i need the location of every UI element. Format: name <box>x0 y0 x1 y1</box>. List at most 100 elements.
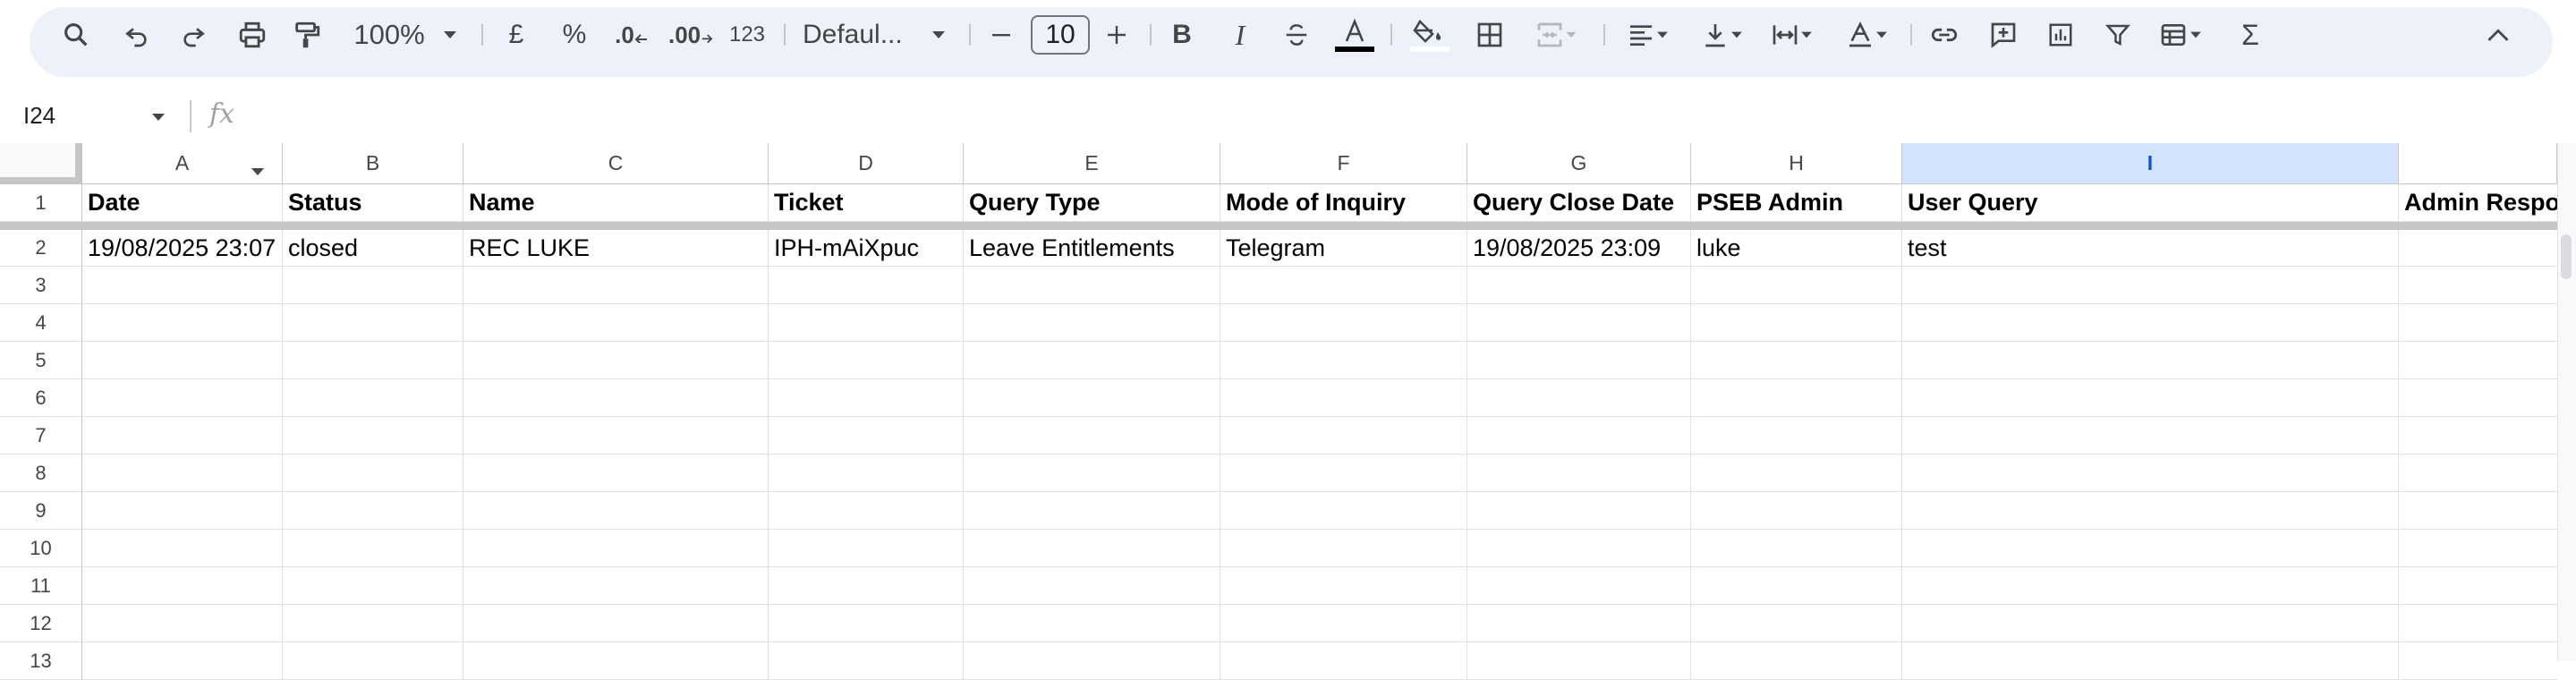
minus-icon[interactable] <box>985 0 1017 70</box>
empty-cell[interactable] <box>1467 342 1691 379</box>
header-cell-query-close-date[interactable]: Query Close Date <box>1467 184 1691 222</box>
empty-cell[interactable] <box>2399 605 2557 642</box>
empty-cell[interactable] <box>769 342 964 379</box>
empty-cell[interactable] <box>82 455 283 492</box>
empty-cell[interactable] <box>1467 267 1691 304</box>
row-header[interactable]: 2 <box>0 230 82 267</box>
empty-cell[interactable] <box>1902 605 2399 642</box>
empty-cell[interactable] <box>1691 379 1902 417</box>
column-header-a[interactable]: A <box>82 143 283 184</box>
empty-cell[interactable] <box>1467 304 1691 342</box>
text-rotation-icon[interactable] <box>1838 0 1897 70</box>
row-header[interactable]: 8 <box>0 455 82 492</box>
column-header-e[interactable]: E <box>964 143 1220 184</box>
empty-cell[interactable] <box>82 342 283 379</box>
empty-cell[interactable] <box>283 567 463 605</box>
empty-cell[interactable] <box>1220 455 1467 492</box>
empty-cell[interactable] <box>769 455 964 492</box>
empty-cell[interactable] <box>964 417 1220 455</box>
table-cell[interactable]: 19/08/2025 23:09 <box>1467 230 1691 267</box>
empty-cell[interactable] <box>1467 455 1691 492</box>
empty-cell[interactable] <box>2399 642 2557 680</box>
table-cell[interactable]: IPH-mAiXpuc <box>769 230 964 267</box>
header-cell-date[interactable]: Date <box>82 184 283 222</box>
empty-cell[interactable] <box>769 642 964 680</box>
table-cell[interactable]: Leave Entitlements <box>964 230 1220 267</box>
empty-cell[interactable] <box>82 379 283 417</box>
text-color-icon[interactable] <box>1333 0 1376 70</box>
header-cell-admin-response[interactable]: Admin Respo <box>2399 184 2557 222</box>
table-cell[interactable]: Telegram <box>1220 230 1467 267</box>
vertical-scrollbar[interactable] <box>2557 143 2576 661</box>
row-header[interactable]: 12 <box>0 605 82 642</box>
empty-cell[interactable] <box>1467 605 1691 642</box>
column-header-b[interactable]: B <box>283 143 463 184</box>
empty-cell[interactable] <box>1902 530 2399 567</box>
empty-cell[interactable] <box>82 530 283 567</box>
plus-icon[interactable] <box>1101 0 1133 70</box>
chart-icon[interactable] <box>2041 0 2080 70</box>
header-cell-ticket[interactable]: Ticket <box>769 184 964 222</box>
empty-cell[interactable] <box>1691 455 1902 492</box>
empty-cell[interactable] <box>964 605 1220 642</box>
empty-cell[interactable] <box>283 492 463 530</box>
header-cell-query-type[interactable]: Query Type <box>964 184 1220 222</box>
table-cell[interactable]: test <box>1902 230 2399 267</box>
text-wrap-icon[interactable] <box>1763 0 1822 70</box>
empty-cell[interactable] <box>2399 342 2557 379</box>
empty-cell[interactable] <box>463 530 769 567</box>
empty-cell[interactable] <box>283 605 463 642</box>
italic-icon[interactable]: I <box>1222 0 1258 70</box>
strikethrough-icon[interactable] <box>1279 0 1314 70</box>
empty-cell[interactable] <box>1467 530 1691 567</box>
empty-cell[interactable] <box>283 304 463 342</box>
empty-cell[interactable] <box>1220 642 1467 680</box>
empty-cell[interactable] <box>2399 530 2557 567</box>
empty-cell[interactable] <box>1691 567 1902 605</box>
align-icon[interactable] <box>1619 0 1678 70</box>
empty-cell[interactable] <box>2399 567 2557 605</box>
borders-icon[interactable] <box>1470 0 1509 70</box>
empty-cell[interactable] <box>82 267 283 304</box>
empty-cell[interactable] <box>82 304 283 342</box>
empty-cell[interactable] <box>1220 304 1467 342</box>
empty-cell[interactable] <box>769 267 964 304</box>
decrease-decimal-icon[interactable]: .0 <box>612 0 651 70</box>
empty-cell[interactable] <box>82 492 283 530</box>
empty-cell[interactable] <box>769 567 964 605</box>
empty-cell[interactable] <box>964 342 1220 379</box>
empty-cell[interactable] <box>1691 342 1902 379</box>
name-box[interactable]: I24 <box>23 102 55 130</box>
table-cell[interactable]: REC LUKE <box>463 230 769 267</box>
search-icon[interactable] <box>55 0 97 70</box>
empty-cell[interactable] <box>463 455 769 492</box>
empty-cell[interactable] <box>1220 492 1467 530</box>
bold-icon[interactable]: B <box>1164 0 1200 70</box>
header-cell-name[interactable]: Name <box>463 184 769 222</box>
empty-cell[interactable] <box>2399 379 2557 417</box>
empty-cell[interactable] <box>1220 379 1467 417</box>
row-header[interactable]: 7 <box>0 417 82 455</box>
empty-cell[interactable] <box>964 530 1220 567</box>
empty-cell[interactable] <box>283 455 463 492</box>
empty-cell[interactable] <box>1220 530 1467 567</box>
empty-cell[interactable] <box>283 417 463 455</box>
header-cell-mode-of-inquiry[interactable]: Mode of Inquiry <box>1220 184 1467 222</box>
empty-cell[interactable] <box>1467 492 1691 530</box>
empty-cell[interactable] <box>463 492 769 530</box>
empty-cell[interactable] <box>463 605 769 642</box>
empty-cell[interactable] <box>2399 492 2557 530</box>
empty-cell[interactable] <box>82 642 283 680</box>
empty-cell[interactable] <box>463 567 769 605</box>
zoom-value[interactable]: 100% <box>349 0 429 70</box>
redo-icon[interactable] <box>174 0 212 70</box>
empty-cell[interactable] <box>769 304 964 342</box>
empty-cell[interactable] <box>1691 642 1902 680</box>
row-header[interactable]: 13 <box>0 642 82 680</box>
empty-cell[interactable] <box>1467 642 1691 680</box>
empty-cell[interactable] <box>1902 342 2399 379</box>
empty-cell[interactable] <box>2399 455 2557 492</box>
row-header[interactable]: 1 <box>0 184 82 222</box>
empty-cell[interactable] <box>283 530 463 567</box>
empty-cell[interactable] <box>1691 530 1902 567</box>
